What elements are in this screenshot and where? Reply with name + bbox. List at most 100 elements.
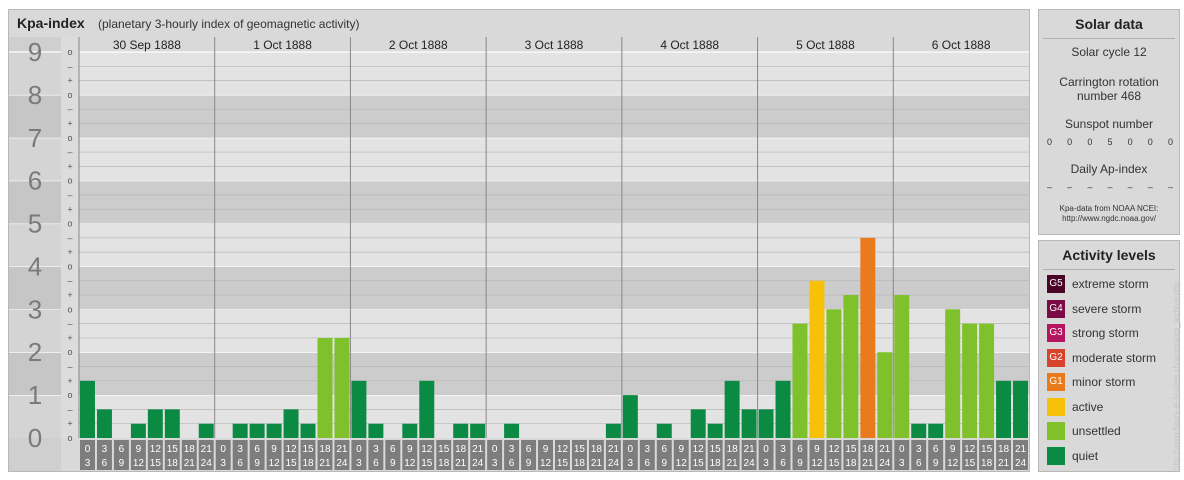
hour-start-label: 21: [336, 444, 348, 455]
kp-bar: [894, 295, 910, 438]
minor-tick-label: o: [67, 47, 72, 57]
hour-start-label: 12: [285, 444, 297, 455]
y-tick-label: 9: [28, 37, 42, 67]
hour-end-label: 18: [845, 458, 857, 469]
hour-end-label: 21: [319, 458, 331, 469]
hour-start-label: 15: [845, 444, 857, 455]
kp-bar: [80, 380, 95, 438]
plot-band: [79, 309, 1029, 353]
legend-swatch: G1: [1047, 373, 1065, 391]
hour-end-label: 24: [608, 458, 620, 469]
hour-end-label: 6: [237, 458, 243, 469]
minor-tick-label: –: [67, 61, 72, 71]
day-label: 2 Oct 1888: [389, 38, 448, 52]
day-label: 5 Oct 1888: [796, 38, 855, 52]
plot-band: [79, 266, 1029, 310]
kp-bar: [826, 309, 842, 438]
hour-start-label: 12: [421, 444, 433, 455]
hour-start-label: 3: [780, 444, 786, 455]
kp-bar: [249, 423, 265, 438]
hour-end-label: 18: [438, 458, 450, 469]
hour-end-label: 6: [645, 458, 651, 469]
hour-start-label: 21: [744, 444, 756, 455]
solar-data-heading: Solar data: [1075, 16, 1143, 32]
hour-start-label: 6: [254, 444, 260, 455]
hour-end-label: 21: [591, 458, 603, 469]
minor-tick-label: o: [67, 390, 72, 400]
kp-bar: [809, 280, 825, 438]
minor-tick-label: +: [67, 204, 72, 214]
sunspot-heading: Sunspot number: [1064, 117, 1154, 131]
sunspot-value: 0: [1147, 137, 1153, 147]
hour-end-label: 24: [336, 458, 348, 469]
plot-band: [79, 223, 1029, 267]
hour-start-label: 9: [136, 444, 142, 455]
kp-bar: [504, 423, 520, 438]
minor-tick-label: +: [67, 376, 72, 386]
hour-start-label: 3: [373, 444, 379, 455]
legend-label: severe storm: [1072, 301, 1142, 316]
kp-bar: [724, 380, 740, 438]
carrington-line-1: Carrington rotation: [1059, 75, 1159, 89]
minor-tick-label: o: [67, 433, 72, 443]
activity-levels-panel: Activity levels G5 extreme storm G4 severe …: [1038, 240, 1180, 472]
minor-tick-label: o: [67, 219, 72, 229]
kp-bar: [690, 409, 706, 438]
hour-start-label: 9: [543, 444, 549, 455]
minor-tick-label: o: [67, 176, 72, 186]
kpa-bar-chart: o+o+–o+–o+–o+–o+–o+–o+–o+–o–0123456789 30…: [9, 37, 1029, 471]
hour-end-label: 6: [102, 458, 108, 469]
minor-tick-label: –: [67, 147, 72, 157]
hour-start-label: 0: [899, 444, 905, 455]
kp-bar: [419, 380, 435, 438]
hour-start-label: 6: [661, 444, 667, 455]
hour-start-label: 0: [356, 444, 362, 455]
kp-bar: [741, 409, 757, 438]
kp-bar: [707, 423, 723, 438]
hour-start-label: 18: [727, 444, 739, 455]
minor-tick-label: +: [67, 76, 72, 86]
hour-start-label: 15: [981, 444, 993, 455]
hour-end-label: 24: [744, 458, 756, 469]
y-tick-label: 0: [28, 423, 42, 453]
hour-start-label: 6: [390, 444, 396, 455]
hour-start-label: 3: [237, 444, 243, 455]
kp-bar: [96, 409, 112, 438]
legend-swatch: [1047, 446, 1065, 465]
hour-start-label: 21: [608, 444, 620, 455]
hour-end-label: 6: [916, 458, 922, 469]
hour-end-label: 21: [184, 458, 196, 469]
hour-start-label: 9: [271, 444, 277, 455]
solar-cycle-text: Solar cycle 12: [1071, 45, 1147, 59]
legend-label: quiet: [1072, 448, 1099, 463]
hour-start-label: 12: [693, 444, 705, 455]
legend-item: quiet: [1047, 446, 1177, 465]
kp-bar: [877, 352, 893, 438]
hour-start-label: 3: [509, 444, 515, 455]
kp-bar: [622, 395, 638, 438]
sunspot-value: 5: [1107, 137, 1113, 147]
y-tick-label: 8: [28, 80, 42, 110]
hour-end-label: 3: [356, 458, 362, 469]
legend-swatch: G4: [1047, 299, 1065, 318]
day-label: 4 Oct 1888: [660, 38, 719, 52]
minor-tick-label: +: [67, 290, 72, 300]
legend-label: minor storm: [1072, 375, 1136, 389]
ap-values: – – – – – – –: [1047, 182, 1173, 192]
source-link[interactable]: http://www.ngdc.noaa.gov/: [1039, 214, 1179, 224]
y-tick-label: 4: [28, 251, 42, 281]
ap-value: –: [1127, 182, 1133, 192]
legend-item: G5 extreme storm: [1047, 275, 1177, 293]
hour-end-label: 18: [574, 458, 586, 469]
hour-start-label: 9: [678, 444, 684, 455]
hour-end-label: 15: [693, 458, 705, 469]
hour-end-label: 12: [676, 458, 688, 469]
kp-bar: [317, 337, 333, 438]
hour-start-label: 9: [814, 444, 820, 455]
ap-value: –: [1047, 182, 1053, 192]
hour-start-label: 18: [862, 444, 874, 455]
hour-start-label: 0: [628, 444, 634, 455]
hour-start-label: 15: [302, 444, 314, 455]
hour-end-label: 3: [85, 458, 91, 469]
hour-end-label: 12: [404, 458, 416, 469]
